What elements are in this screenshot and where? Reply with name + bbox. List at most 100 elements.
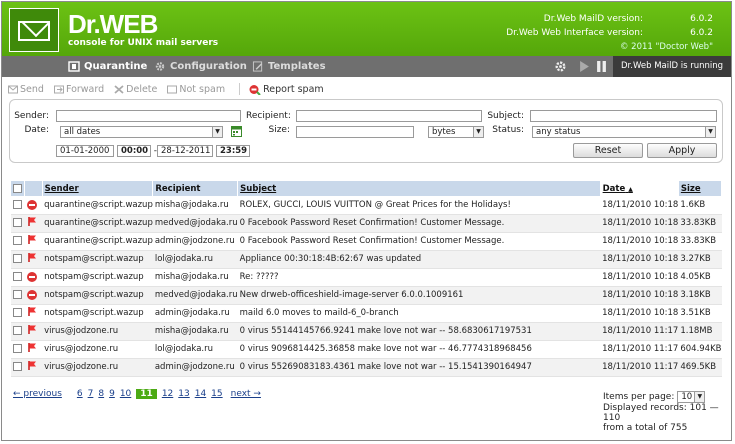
page-link[interactable]: 12 [162, 389, 173, 399]
report-spam-button[interactable]: Report spam [249, 84, 324, 95]
previous-page-link[interactable]: ← previous [13, 389, 62, 399]
main-nav: Quarantine Configuration Templates Dr.We… [2, 56, 731, 77]
table-row[interactable]: quarantine@script.wazup admin@jodzone.ru 0… [11, 232, 722, 251]
tab-quarantine[interactable]: Quarantine [68, 56, 147, 77]
table-row[interactable]: notspam@script.wazup admin@jodaka.ru maild… [11, 304, 722, 323]
row-checkbox[interactable] [13, 308, 22, 317]
reset-button[interactable]: Reset [573, 143, 643, 158]
row-subject[interactable]: 0 virus 9096814425.36858 make love not w… [237, 340, 601, 359]
forward-button[interactable]: Forward [53, 84, 104, 95]
row-checkbox[interactable] [13, 199, 22, 209]
row-size: 1.6KB [678, 196, 722, 215]
row-subject[interactable]: 0 Facebook Password Reset Confirmation! … [237, 232, 601, 251]
col-date[interactable]: Date ▲ [600, 181, 679, 196]
table-header-row: Sender Recipient Subject Date ▲ Size [11, 181, 723, 196]
apply-button[interactable]: Apply [647, 143, 717, 158]
row-subject[interactable]: New drweb-officeshield-image-server 6.0.… [237, 286, 601, 305]
row-checkbox[interactable] [13, 272, 22, 281]
send-button[interactable]: Send [8, 84, 44, 95]
time-to-input[interactable]: 23:59 [216, 145, 250, 157]
records-info: Items per page: 10 ▼ Displayed records: 1… [603, 391, 731, 433]
status-select[interactable]: any status ▼ [532, 126, 716, 138]
col-sender[interactable]: Sender [42, 181, 154, 196]
webui-version-value: 6.0.2 [690, 28, 713, 38]
table-row[interactable]: virus@jodzone.ru lol@jodaka.ru 0 virus 909… [11, 340, 722, 359]
row-recipient: medved@jodaka.ru [152, 214, 238, 233]
table-row[interactable]: quarantine@script.wazup misha@jodaka.ru RO… [11, 196, 722, 215]
header: Dr.WEB console for UNIX mail servers Dr.… [2, 2, 731, 56]
page-link[interactable]: 10 [120, 389, 131, 399]
select-all-checkbox[interactable] [13, 183, 22, 193]
page-link[interactable]: 14 [195, 389, 206, 399]
play-icon[interactable] [579, 61, 590, 72]
webui-version-label: Dr.Web Web Interface version: [506, 28, 643, 38]
row-subject[interactable]: maild 6.0 moves to maild-6_0-branch [237, 304, 601, 323]
row-checkbox[interactable] [13, 344, 22, 353]
gear-icon [155, 62, 165, 71]
row-recipient: admin@jodaka.ru [152, 304, 238, 323]
delete-button[interactable]: Delete [114, 84, 157, 95]
flag-status-icon [27, 253, 36, 262]
table-row[interactable]: virus@jodzone.ru admin@jodzone.ru 0 virus … [11, 358, 722, 377]
sender-input[interactable] [56, 110, 241, 122]
row-subject[interactable]: 0 virus 55269083183.4361 make love not w… [237, 358, 601, 377]
size-input[interactable] [296, 126, 414, 138]
delete-icon [114, 84, 124, 94]
row-subject[interactable]: 0 virus 55144145766.9241 make love not w… [237, 322, 601, 341]
row-checkbox[interactable] [13, 218, 22, 227]
page-link[interactable]: 6 [77, 389, 83, 399]
tab-templates[interactable]: Templates [252, 56, 326, 77]
row-checkbox[interactable] [13, 290, 22, 299]
row-subject[interactable]: 0 Facebook Password Reset Confirmation! … [237, 214, 601, 233]
time-from-input[interactable]: 00:00 [117, 145, 151, 157]
page-link[interactable]: 7 [88, 389, 94, 399]
col-size[interactable]: Size [678, 181, 723, 196]
not-spam-icon [167, 85, 178, 93]
settings-gear-icon[interactable] [554, 60, 567, 73]
brand-subtitle: console for UNIX mail servers [68, 38, 219, 48]
col-subject[interactable]: Subject [237, 181, 601, 196]
table-row[interactable]: notspam@script.wazup lol@jodaka.ru Applian… [11, 250, 722, 269]
size-unit-select[interactable]: bytes ▼ [428, 126, 484, 138]
row-recipient: medved@jodaka.ru [152, 286, 238, 305]
row-subject[interactable]: Appliance 00:30:18:4B:62:67 was updated [237, 250, 601, 269]
row-checkbox[interactable] [13, 254, 22, 263]
row-subject[interactable]: Re: ????? [237, 268, 601, 287]
row-size: 33.83KB [678, 214, 722, 233]
pagination: ← previous 6 7 8 9 10 11 12 13 14 15 next → [13, 389, 261, 399]
calendar-icon[interactable] [231, 126, 242, 137]
row-checkbox[interactable] [13, 326, 22, 335]
not-spam-button[interactable]: Not spam [167, 84, 225, 95]
messages-table: Sender Recipient Subject Date ▲ Size qua… [11, 181, 723, 377]
date-select-value: all dates [64, 127, 101, 137]
tab-configuration[interactable]: Configuration [154, 56, 247, 77]
row-subject[interactable]: ROLEX, GUCCI, LOUIS VUITTON @ Great Pric… [237, 196, 601, 215]
page-link[interactable]: 15 [211, 389, 222, 399]
page-links: 6 7 8 9 10 11 12 13 14 15 [77, 389, 223, 399]
items-per-page-select[interactable]: 10 ▼ [677, 391, 706, 403]
page-link[interactable]: 13 [178, 389, 189, 399]
row-recipient: admin@jodzone.ru [152, 232, 238, 251]
subject-label: Subject: [487, 111, 524, 121]
displayed-records: Displayed records: 101 — 110 [603, 403, 719, 423]
row-recipient: admin@jodzone.ru [152, 358, 238, 377]
date-to-input[interactable]: 28-12-2011 [157, 145, 213, 157]
pause-icon[interactable] [596, 61, 607, 72]
page-link[interactable]: 9 [109, 389, 115, 399]
table-row[interactable]: quarantine@script.wazup medved@jodaka.ru 0… [11, 214, 722, 233]
recipient-input[interactable] [296, 110, 482, 122]
page-link[interactable]: 8 [98, 389, 104, 399]
flag-status-icon [27, 361, 36, 370]
next-page-link[interactable]: next → [231, 389, 261, 399]
send-icon [8, 85, 18, 93]
row-checkbox[interactable] [13, 362, 22, 371]
table-row[interactable]: notspam@script.wazup misha@jodaka.ru Re: ?… [11, 268, 722, 287]
date-select[interactable]: all dates ▼ [60, 126, 223, 138]
table-row[interactable]: virus@jodzone.ru misha@jodaka.ru 0 virus 5… [11, 322, 722, 341]
row-size: 604.94KB [678, 340, 722, 359]
spam-status-icon [26, 271, 37, 282]
date-from-input[interactable]: 01-01-2000 [56, 145, 114, 157]
row-checkbox[interactable] [13, 236, 22, 245]
subject-input[interactable] [530, 110, 717, 122]
table-row[interactable]: notspam@script.wazup medved@jodaka.ru New … [11, 286, 722, 305]
